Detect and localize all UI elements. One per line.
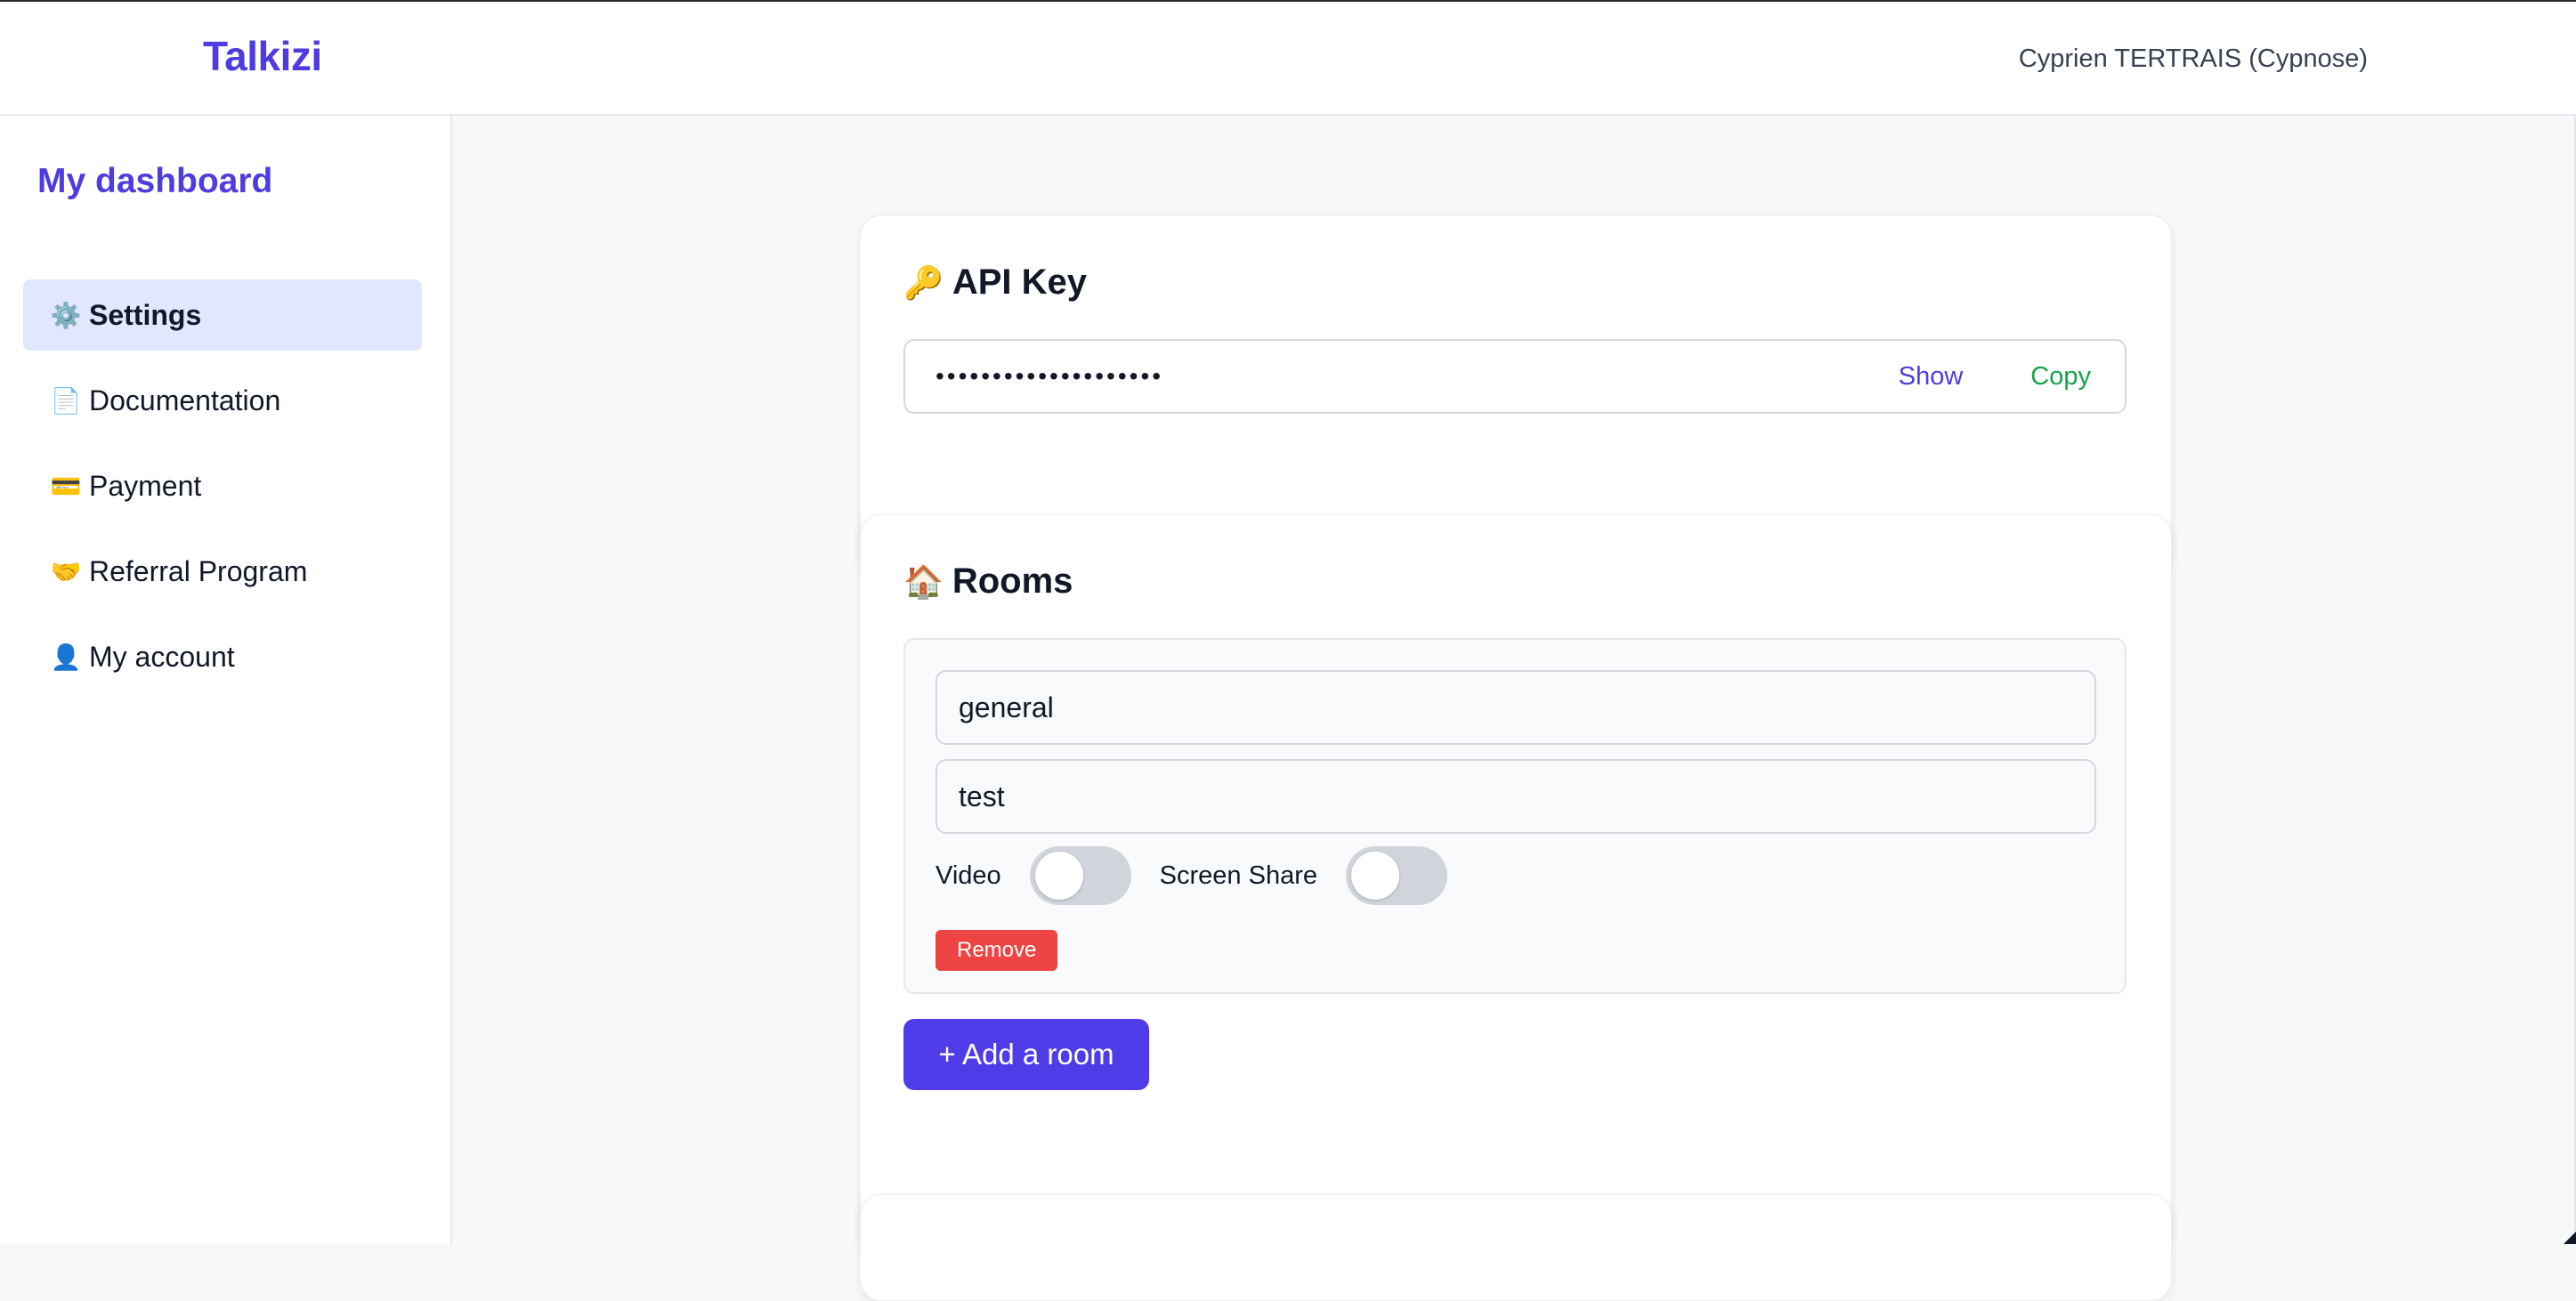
user-name[interactable]: Cyprien TERTRAIS (Cypnose): [2019, 44, 2368, 74]
sidebar-item-label: Payment: [89, 470, 201, 503]
show-api-key-button[interactable]: Show: [1899, 362, 1964, 392]
toggle-knob: [1035, 852, 1083, 900]
screen-share-label: Screen Share: [1160, 861, 1317, 891]
sidebar-item-label: Settings: [89, 299, 201, 332]
sidebar-item-label: My account: [89, 641, 235, 674]
sidebar-title: My dashboard: [37, 162, 272, 201]
api-key-title-text: API Key: [952, 263, 1087, 303]
sidebar-item-label: Referral Program: [89, 555, 307, 588]
room-name-input[interactable]: [936, 670, 2096, 745]
brand-logo[interactable]: Talkizi: [203, 32, 322, 80]
resize-corner: [2564, 1232, 2576, 1244]
api-key-title: 🔑 API Key: [903, 263, 1087, 303]
house-icon: 🏠: [903, 563, 944, 601]
rooms-card: 🏠 Rooms Video Screen Share Remove + Add …: [860, 514, 2172, 1251]
next-card: [860, 1194, 2172, 1301]
add-room-button[interactable]: + Add a room: [903, 1019, 1149, 1090]
video-toggle[interactable]: [1030, 846, 1131, 905]
document-icon: 📄: [50, 386, 82, 416]
sidebar-item-documentation[interactable]: 📄 Documentation: [23, 365, 422, 436]
sidebar-item-referral-program[interactable]: 🤝 Referral Program: [23, 536, 422, 607]
main-content: 🔑 API Key •••••••••••••••••••• Show Copy…: [454, 116, 2576, 1244]
rooms-title-text: Rooms: [952, 562, 1073, 602]
sidebar-item-label: Documentation: [89, 384, 280, 417]
room-item: Video Screen Share Remove: [903, 638, 2126, 994]
sidebar-item-settings[interactable]: ⚙️ Settings: [23, 279, 422, 351]
remove-room-button[interactable]: Remove: [936, 930, 1057, 971]
sidebar-item-my-account[interactable]: 👤 My account: [23, 621, 422, 692]
video-label: Video: [936, 861, 1001, 891]
sidebar-item-payment[interactable]: 💳 Payment: [23, 450, 422, 521]
user-icon: 👤: [50, 642, 82, 672]
rooms-title: 🏠 Rooms: [903, 562, 1073, 602]
api-key-value[interactable]: ••••••••••••••••••••: [936, 362, 1899, 391]
toggle-knob: [1351, 852, 1399, 900]
gear-icon: ⚙️: [50, 301, 82, 330]
screen-share-toggle[interactable]: [1346, 846, 1447, 905]
credit-card-icon: 💳: [50, 472, 82, 501]
sidebar-nav: ⚙️ Settings 📄 Documentation 💳 Payment 🤝 …: [23, 279, 422, 707]
sidebar: My dashboard ⚙️ Settings 📄 Documentation…: [0, 116, 452, 1244]
top-header: Talkizi Cyprien TERTRAIS (Cypnose): [0, 0, 2576, 116]
room-description-input[interactable]: [936, 759, 2096, 834]
room-options: Video Screen Share: [936, 846, 1476, 905]
handshake-icon: 🤝: [50, 557, 82, 586]
key-icon: 🔑: [903, 264, 944, 302]
copy-api-key-button[interactable]: Copy: [2030, 362, 2091, 392]
api-key-field: •••••••••••••••••••• Show Copy: [903, 339, 2126, 414]
